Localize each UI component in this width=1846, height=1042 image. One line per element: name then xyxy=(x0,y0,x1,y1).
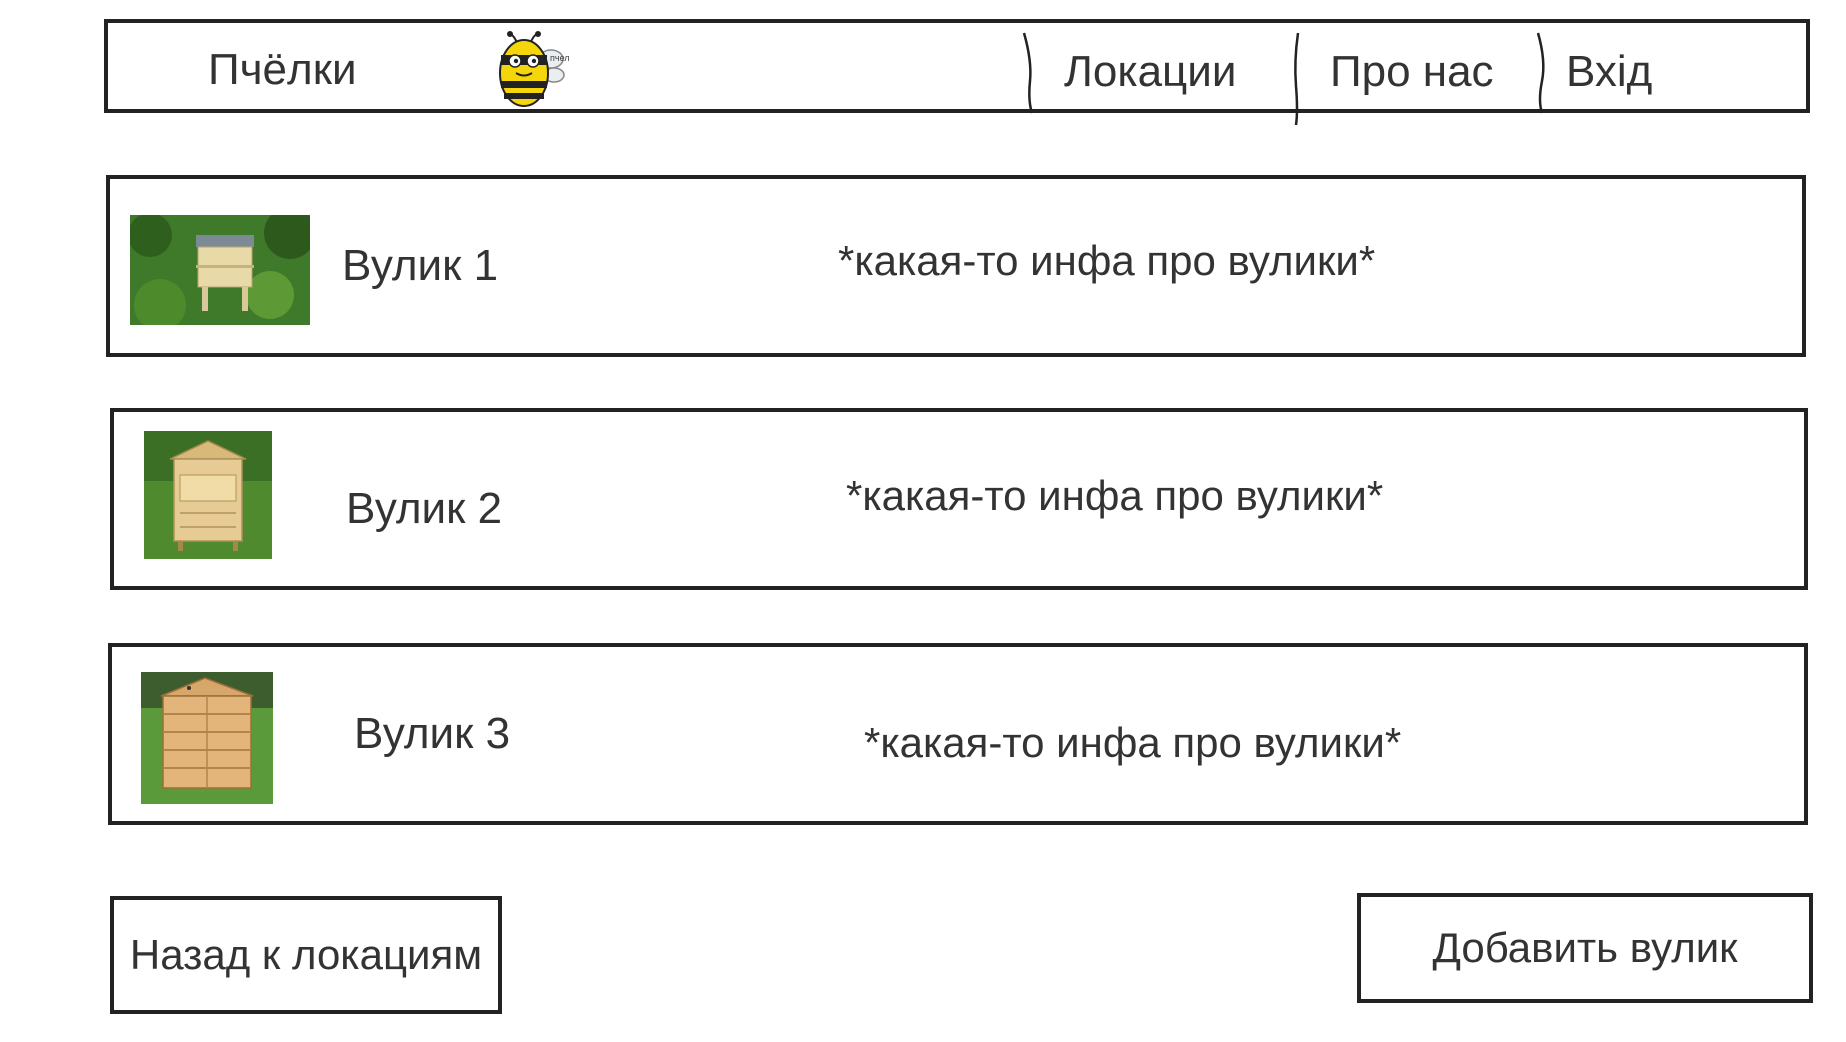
add-hive-button[interactable]: Добавить вулик xyxy=(1357,893,1813,1003)
hive-name[interactable]: Вулик 3 xyxy=(354,709,510,759)
hive-photo-3 xyxy=(141,672,273,804)
hive-card[interactable]: Вулик 1 *какая-то инфа про вулики* xyxy=(106,175,1806,357)
hive-card[interactable]: Вулик 3 *какая-то инфа про вулики* xyxy=(108,643,1808,825)
nav-divider xyxy=(1536,32,1545,114)
brand-title[interactable]: Пчёлки xyxy=(208,45,357,95)
hive-info: *какая-то инфа про вулики* xyxy=(846,472,1384,519)
nav-divider xyxy=(1294,32,1300,126)
hive-name[interactable]: Вулик 2 xyxy=(346,484,502,534)
back-to-locations-button[interactable]: Назад к локациям xyxy=(110,896,502,1014)
bee-mascot-icon[interactable] xyxy=(478,31,588,109)
hive-card[interactable]: Вулик 2 *какая-то инфа про вулики* xyxy=(110,408,1808,590)
hive-info: *какая-то инфа про вулики* xyxy=(838,237,1376,284)
nav-divider xyxy=(1022,32,1034,114)
hive-photo-1 xyxy=(130,215,310,325)
nav-login-link[interactable]: Вхід xyxy=(1566,47,1652,97)
hive-info: *какая-то инфа про вулики* xyxy=(864,719,1402,766)
nav-locations-link[interactable]: Локации xyxy=(1064,47,1236,97)
hive-photo-2 xyxy=(144,431,272,559)
header-bar: Пчёлки пчел Локации Про нас Вхід xyxy=(104,19,1810,126)
nav-about-link[interactable]: Про нас xyxy=(1330,47,1494,97)
hive-name[interactable]: Вулик 1 xyxy=(342,241,498,291)
logo-caption: пчел xyxy=(550,53,570,63)
